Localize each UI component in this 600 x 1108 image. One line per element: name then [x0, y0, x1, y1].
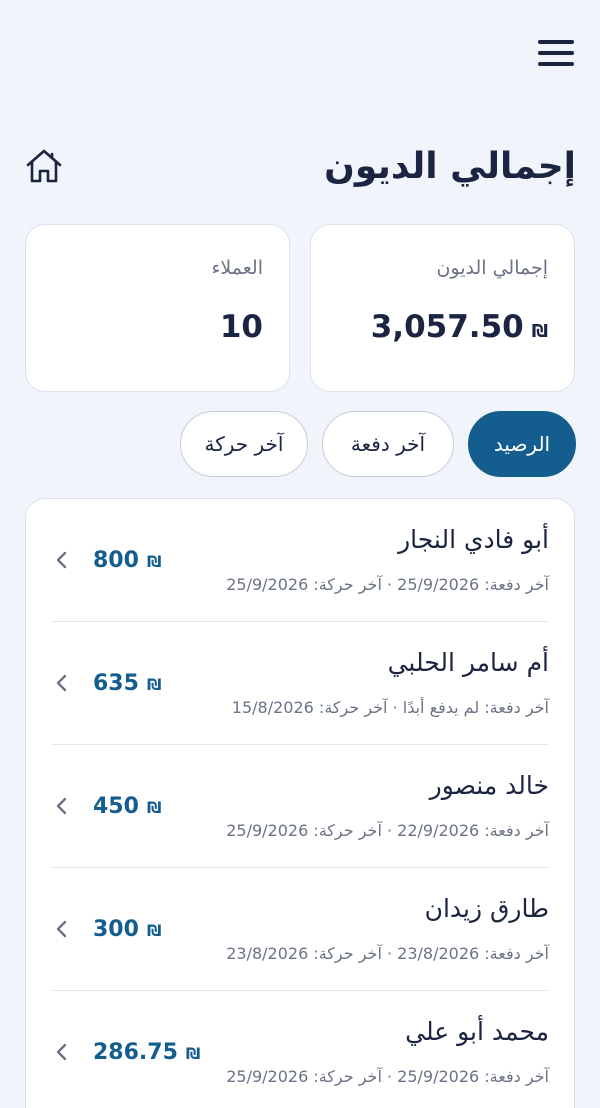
chevron-left-icon [56, 920, 67, 938]
currency-icon: ₪ [146, 552, 162, 571]
currency-icon: ₪ [146, 798, 162, 817]
customer-meta: آخر دفعة: 25/9/2026 · آخر حركة: 25/9/202… [226, 1067, 549, 1086]
amount-value: 635 [93, 671, 139, 696]
customer-amount: 800 ₪ [93, 548, 161, 573]
customer-meta: آخر دفعة: لم يدفع أبدًا · آخر حركة: 15/8… [231, 698, 549, 717]
amount-value: 286.75 [93, 1040, 178, 1065]
total-debt-card: إجمالي الديون ₪ 3,057.50 [310, 224, 575, 392]
stats-cards: إجمالي الديون ₪ 3,057.50 العملاء 10 [25, 224, 575, 392]
debts-screen: إجمالي الديون إجمالي الديون ₪ 3,057.50 ا… [0, 0, 600, 1108]
customer-name: أبو فادي النجار [398, 525, 549, 554]
amount-value: 450 [93, 794, 139, 819]
home-icon[interactable] [24, 146, 64, 186]
customers-card: العملاء 10 [25, 224, 290, 392]
customer-amount: 286.75 ₪ [93, 1040, 200, 1065]
total-debt-value: 3,057.50 [370, 309, 524, 345]
currency-icon: ₪ [531, 321, 548, 342]
customer-row[interactable]: أم سامر الحلبي آخر دفعة: لم يدفع أبدًا ·… [51, 622, 549, 745]
chevron-left-icon [56, 797, 67, 815]
amount-value: 800 [93, 548, 139, 573]
customer-amount: 300 ₪ [93, 917, 161, 942]
customer-row[interactable]: خالد منصور آخر دفعة: 22/9/2026 · آخر حرك… [51, 745, 549, 868]
customer-row[interactable]: أبو فادي النجار آخر دفعة: 25/9/2026 · آخ… [51, 499, 549, 622]
customers-value-row: 10 [52, 309, 263, 345]
filter-balance-chip[interactable]: الرصيد [468, 411, 576, 477]
customer-meta: آخر دفعة: 23/8/2026 · آخر حركة: 23/8/202… [226, 944, 549, 963]
page-title: إجمالي الديون [324, 145, 576, 187]
chevron-left-icon [56, 674, 67, 692]
customer-name: خالد منصور [429, 771, 549, 800]
currency-icon: ₪ [185, 1044, 201, 1063]
sort-filters: الرصيد آخر دفعة آخر حركة [24, 411, 576, 479]
customer-row[interactable]: محمد أبو علي آخر دفعة: 25/9/2026 · آخر ح… [51, 991, 549, 1108]
title-row: إجمالي الديون [24, 138, 576, 194]
filter-last-payment-chip[interactable]: آخر دفعة [322, 411, 454, 477]
customer-name: طارق زيدان [424, 894, 549, 923]
chevron-left-icon [56, 1043, 67, 1061]
currency-icon: ₪ [146, 921, 162, 940]
customer-name: أم سامر الحلبي [387, 648, 549, 677]
customers-label: العملاء [211, 257, 264, 279]
chevron-left-icon [56, 551, 67, 569]
amount-value: 300 [93, 917, 139, 942]
customer-amount: 450 ₪ [93, 794, 161, 819]
currency-icon: ₪ [146, 675, 162, 694]
hamburger-menu-icon[interactable] [536, 36, 576, 70]
total-debt-label: إجمالي الديون [436, 257, 548, 279]
total-debt-value-row: ₪ 3,057.50 [337, 309, 548, 345]
customer-list: أبو فادي النجار آخر دفعة: 25/9/2026 · آخ… [25, 498, 575, 1108]
filter-last-activity-chip[interactable]: آخر حركة [180, 411, 308, 477]
customer-amount: 635 ₪ [93, 671, 161, 696]
customer-name: محمد أبو علي [405, 1017, 549, 1046]
customer-meta: آخر دفعة: 22/9/2026 · آخر حركة: 25/9/202… [226, 821, 549, 840]
customer-meta: آخر دفعة: 25/9/2026 · آخر حركة: 25/9/202… [226, 575, 549, 594]
customers-count: 10 [219, 309, 263, 345]
customer-row[interactable]: طارق زيدان آخر دفعة: 23/8/2026 · آخر حرك… [51, 868, 549, 991]
